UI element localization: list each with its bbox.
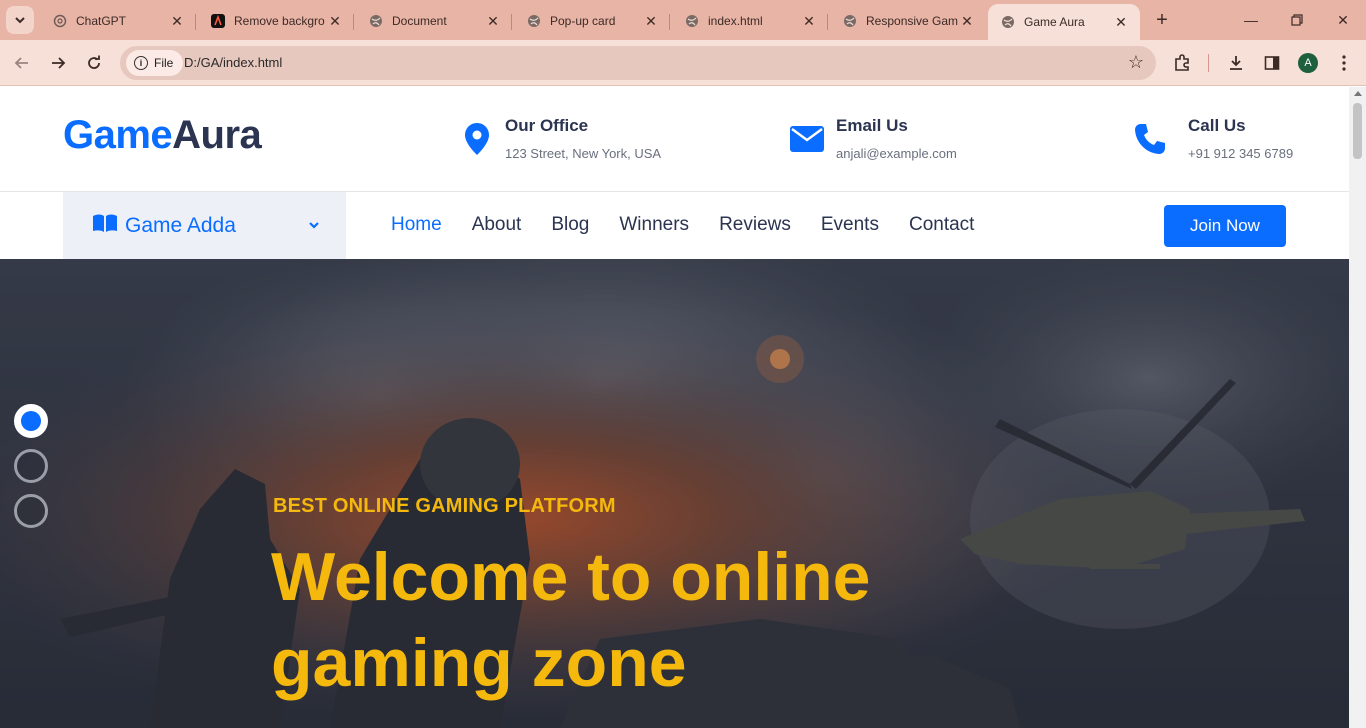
restore-icon [1291,14,1303,26]
phone-icon [1128,114,1172,160]
envelope-icon [786,114,828,160]
scroll-up-arrow-icon[interactable] [1354,91,1362,96]
contact-email: Email Us anjali@example.com [786,114,957,161]
side-panel-button[interactable] [1258,49,1286,77]
main-nav: Home About Blog Winners Reviews Events C… [391,214,1004,236]
site-info-label: File [154,56,174,70]
close-icon[interactable]: ✕ [1112,13,1130,31]
puzzle-icon [1175,54,1189,71]
new-tab-button[interactable]: + [1150,8,1174,32]
contact-office: Our Office 123 Street, New York, USA [457,114,661,161]
web-page: GameAura Our Office 123 Street, New York… [0,87,1349,728]
tab-chatgpt[interactable]: ChatGPT ✕ [40,6,196,36]
hero-banner: BEST ONLINE GAMING PLATFORM Welcome to o… [0,259,1349,728]
toolbar-divider [1208,54,1209,72]
contact-call: Call Us +91 912 345 6789 [1128,114,1293,161]
tab-document[interactable]: Document ✕ [356,6,512,36]
hero-kicker: BEST ONLINE GAMING PLATFORM [273,495,616,517]
logo-part-game: Game [63,113,173,157]
download-icon [1230,56,1242,70]
tab-remove-background[interactable]: Remove backgro ✕ [198,6,354,36]
site-logo[interactable]: GameAura [63,113,262,158]
url-text[interactable]: D:/GA/index.html [184,55,282,70]
contact-title: Call Us [1188,116,1246,135]
reload-icon [88,55,100,69]
reload-button[interactable] [80,49,108,77]
close-icon[interactable]: ✕ [326,12,344,30]
page-scrollbar[interactable] [1349,87,1366,728]
globe-icon [526,13,542,29]
close-icon[interactable]: ✕ [168,12,186,30]
contact-title: Email Us [836,116,908,135]
tab-responsive-game[interactable]: Responsive Gam ✕ [830,6,986,36]
chevron-down-icon [15,17,25,24]
profile-avatar[interactable]: A [1298,53,1318,73]
restore-button[interactable] [1285,8,1309,32]
close-window-button[interactable]: ✕ [1331,8,1355,32]
forward-button[interactable] [44,49,72,77]
tab-title: index.html [708,14,763,28]
browser-toolbar: i File D:/GA/index.html ☆ [0,40,1366,86]
minimize-button[interactable]: — [1239,8,1263,32]
hero-title: Welcome to online gaming zone [271,539,871,701]
tab-title: Game Aura [1024,15,1085,29]
contact-detail: +91 912 345 6789 [1188,146,1294,161]
game-adda-dropdown[interactable]: Game Adda [63,192,346,259]
slide-indicator-2[interactable] [14,449,48,483]
chatgpt-icon [52,13,68,29]
contact-detail: 123 Street, New York, USA [505,146,662,161]
bookmark-star-icon[interactable]: ☆ [1128,52,1144,73]
logo-part-aura: Aura [172,113,262,157]
nav-about[interactable]: About [472,214,522,236]
chevron-down-icon [308,217,320,235]
close-icon[interactable]: ✕ [642,12,660,30]
tab-title: ChatGPT [76,14,127,28]
globe-icon [1000,14,1016,30]
arrow-left-icon [14,57,28,69]
slide-indicator-1[interactable] [14,404,48,438]
book-open-icon [93,214,117,237]
tab-game-aura[interactable]: Game Aura ✕ [988,4,1140,40]
site-info-chip[interactable]: i File [126,50,184,76]
join-now-button[interactable]: Join Now [1164,205,1286,247]
contact-title: Our Office [505,116,589,135]
arrow-right-icon [52,57,66,69]
tab-popup-card[interactable]: Pop-up card ✕ [514,6,670,36]
kebab-menu-icon [1342,55,1346,71]
back-button[interactable] [8,49,36,77]
tab-title: Document [392,14,447,28]
extensions-button[interactable] [1168,49,1196,77]
adobe-icon [210,13,226,29]
tab-strip: ChatGPT ✕ Remove backgro ✕ Document ✕ Po… [0,0,1366,40]
nav-blog[interactable]: Blog [551,214,589,236]
nav-winners[interactable]: Winners [619,214,689,236]
tab-search-button[interactable] [6,6,34,34]
slide-indicator-3[interactable] [14,494,48,528]
tab-title: Remove backgro [234,14,325,28]
globe-icon [684,13,700,29]
close-icon[interactable]: ✕ [484,12,502,30]
map-marker-icon [457,114,497,160]
tab-title: Pop-up card [550,14,616,28]
nav-contact[interactable]: Contact [909,214,974,236]
nav-events[interactable]: Events [821,214,879,236]
tab-title: Responsive Gam [866,14,958,28]
side-panel-icon [1264,56,1280,70]
close-icon[interactable]: ✕ [958,12,976,30]
menu-button[interactable] [1330,49,1358,77]
downloads-button[interactable] [1222,49,1250,77]
scroll-thumb[interactable] [1353,103,1362,159]
info-icon: i [134,56,148,70]
contact-detail: anjali@example.com [836,146,957,161]
tab-index-html[interactable]: index.html ✕ [672,6,828,36]
close-icon[interactable]: ✕ [800,12,818,30]
dropdown-label: Game Adda [125,213,236,237]
nav-reviews[interactable]: Reviews [719,214,791,236]
globe-icon [842,13,858,29]
nav-home[interactable]: Home [391,214,442,236]
globe-icon [368,13,384,29]
address-bar[interactable]: i File D:/GA/index.html ☆ [120,46,1156,80]
